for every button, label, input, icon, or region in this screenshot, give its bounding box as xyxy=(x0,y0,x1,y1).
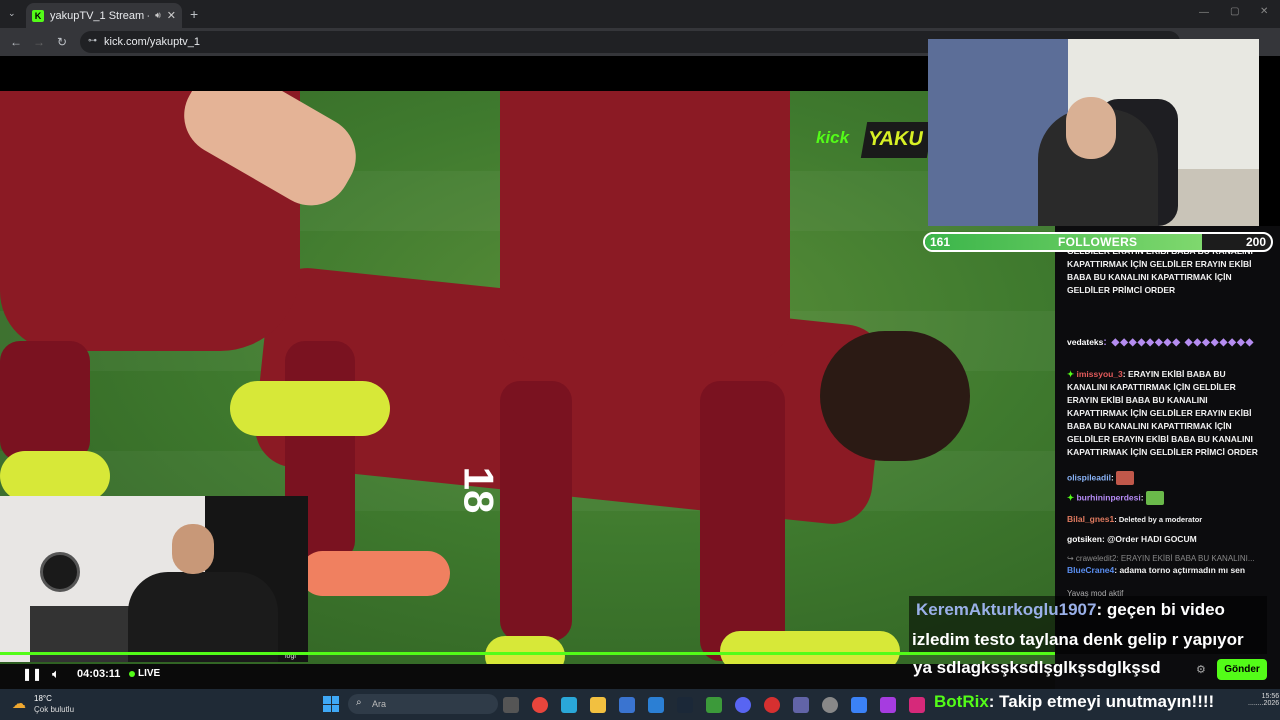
pink-boot xyxy=(300,551,450,596)
chat-message: vedateks: ◆◆◆◆◆◆◆◆ ◆◆◆◆◆◆◆◆ xyxy=(1067,337,1255,348)
chat-message: ✦ burhininperdesi: xyxy=(1067,491,1263,505)
site-info-icon[interactable]: ⊶ xyxy=(88,35,97,46)
app-blue-icon[interactable] xyxy=(851,697,867,713)
live-dot-icon xyxy=(129,671,135,677)
minecraft-icon[interactable] xyxy=(706,697,722,713)
discord-icon[interactable] xyxy=(735,697,751,713)
weather-description: Çok bulutlu xyxy=(34,705,75,714)
emote-icon xyxy=(1116,471,1135,485)
dartboard xyxy=(40,552,80,592)
mail-icon[interactable] xyxy=(648,697,664,713)
chat-settings-icon[interactable]: ⚙ xyxy=(1196,663,1206,676)
follower-goal-label: FOLLOWERS xyxy=(1058,235,1138,249)
botrix-overlay-message: BotRix: Takip etmeyi unutmayın!!!! xyxy=(934,692,1215,711)
emote-icon xyxy=(1145,491,1164,505)
windows-start-icon[interactable] xyxy=(323,696,339,712)
tab-title: yakupTV_1 Stream - Watch xyxy=(50,9,149,22)
app-purple-icon[interactable] xyxy=(880,697,896,713)
left-player-sock-2 xyxy=(0,341,90,461)
center-player-sock-right xyxy=(700,381,785,661)
chrome-icon[interactable] xyxy=(532,697,548,713)
close-window-icon[interactable]: ✕ xyxy=(1260,6,1268,17)
new-tab-icon[interactable]: + xyxy=(190,6,198,22)
chat-message: gotsiken: @Order HADI GOCUM xyxy=(1067,534,1197,544)
url-text: kick.com/yakuptv_1 xyxy=(104,36,200,48)
guest-body xyxy=(128,572,278,662)
speaker-icon[interactable]: 🔊︎ xyxy=(155,10,161,21)
close-tab-icon[interactable]: ✕ xyxy=(167,9,176,22)
yellow-boot-right xyxy=(720,631,900,664)
back-icon[interactable]: ← xyxy=(10,35,22,49)
app-gray-icon[interactable] xyxy=(822,697,838,713)
streamer-face xyxy=(1066,97,1116,159)
center-player-sock-left xyxy=(500,381,572,641)
taskbar-clock[interactable]: 15:56 ........2026 xyxy=(1248,693,1279,707)
app-icon[interactable] xyxy=(561,697,577,713)
app-red-icon[interactable] xyxy=(764,697,780,713)
center-player-shorts xyxy=(500,91,790,361)
yellow-boot-back xyxy=(230,381,390,436)
search-icon: ⌕ xyxy=(356,697,362,708)
stream-uptime: 04:03:11 xyxy=(77,668,121,680)
chat-message: olispileadil: xyxy=(1067,471,1263,485)
player-head xyxy=(820,331,970,461)
send-button[interactable]: Gönder xyxy=(1217,659,1267,680)
steam-icon[interactable] xyxy=(677,697,693,713)
task-view-icon[interactable] xyxy=(503,697,519,713)
guest-webcam xyxy=(0,496,308,662)
tab-list-icon[interactable]: ⌄ xyxy=(8,8,16,19)
taskbar-search[interactable]: Ara xyxy=(348,694,498,714)
instagram-icon[interactable] xyxy=(909,697,925,713)
guest-head xyxy=(172,524,214,574)
maximize-icon[interactable]: ▢ xyxy=(1230,6,1239,17)
weather-temperature: 18°C xyxy=(34,694,52,703)
seek-bar[interactable] xyxy=(0,652,1055,655)
chat-message: Bilal_gnes1: Deleted by a moderator xyxy=(1067,514,1203,524)
overlay-chat-line-2: izledim testo taylana denk gelip r yapıy… xyxy=(912,630,1244,649)
store-icon[interactable] xyxy=(619,697,635,713)
chat-message: BlueCrane4: adama torno açtırmadın mı se… xyxy=(1067,565,1246,575)
streamer-brand-badge: YAKU xyxy=(860,122,934,158)
file-explorer-icon[interactable] xyxy=(590,697,606,713)
weather-icon[interactable]: ☁ xyxy=(12,695,26,712)
live-badge: LIVE xyxy=(138,668,161,679)
kick-favicon-icon: K xyxy=(32,9,44,22)
follower-goal-target: 200 xyxy=(1246,235,1267,249)
teams-icon[interactable] xyxy=(793,697,809,713)
volume-icon[interactable]: 🔈︎ xyxy=(52,666,60,682)
reload-icon[interactable]: ↻ xyxy=(57,35,67,49)
kick-watermark: kick xyxy=(816,128,850,147)
yellow-boot-left xyxy=(0,451,110,501)
pause-button[interactable]: ❚❚ xyxy=(22,667,42,681)
browser-tab[interactable]: K yakupTV_1 Stream - Watch 🔊︎ ✕ xyxy=(26,3,182,28)
chat-message: ✦ imissyou_3: ERAYIN EKİBİ BABA BU KANAL… xyxy=(1067,369,1258,457)
yellow-boot-center xyxy=(485,636,565,664)
overlay-chat-line-3: ya sdlagksşksdlşglkşsdglkşsd xyxy=(913,658,1161,677)
forward-icon[interactable]: → xyxy=(33,35,45,49)
jersey-number: 18 xyxy=(455,466,503,514)
minimize-icon[interactable]: — xyxy=(1199,7,1209,18)
follower-count: 161 xyxy=(930,235,951,249)
overlay-chat-line-1: KeremAkturkoglu1907: geçen bi video xyxy=(916,600,1225,619)
streamer-webcam xyxy=(928,39,1259,226)
